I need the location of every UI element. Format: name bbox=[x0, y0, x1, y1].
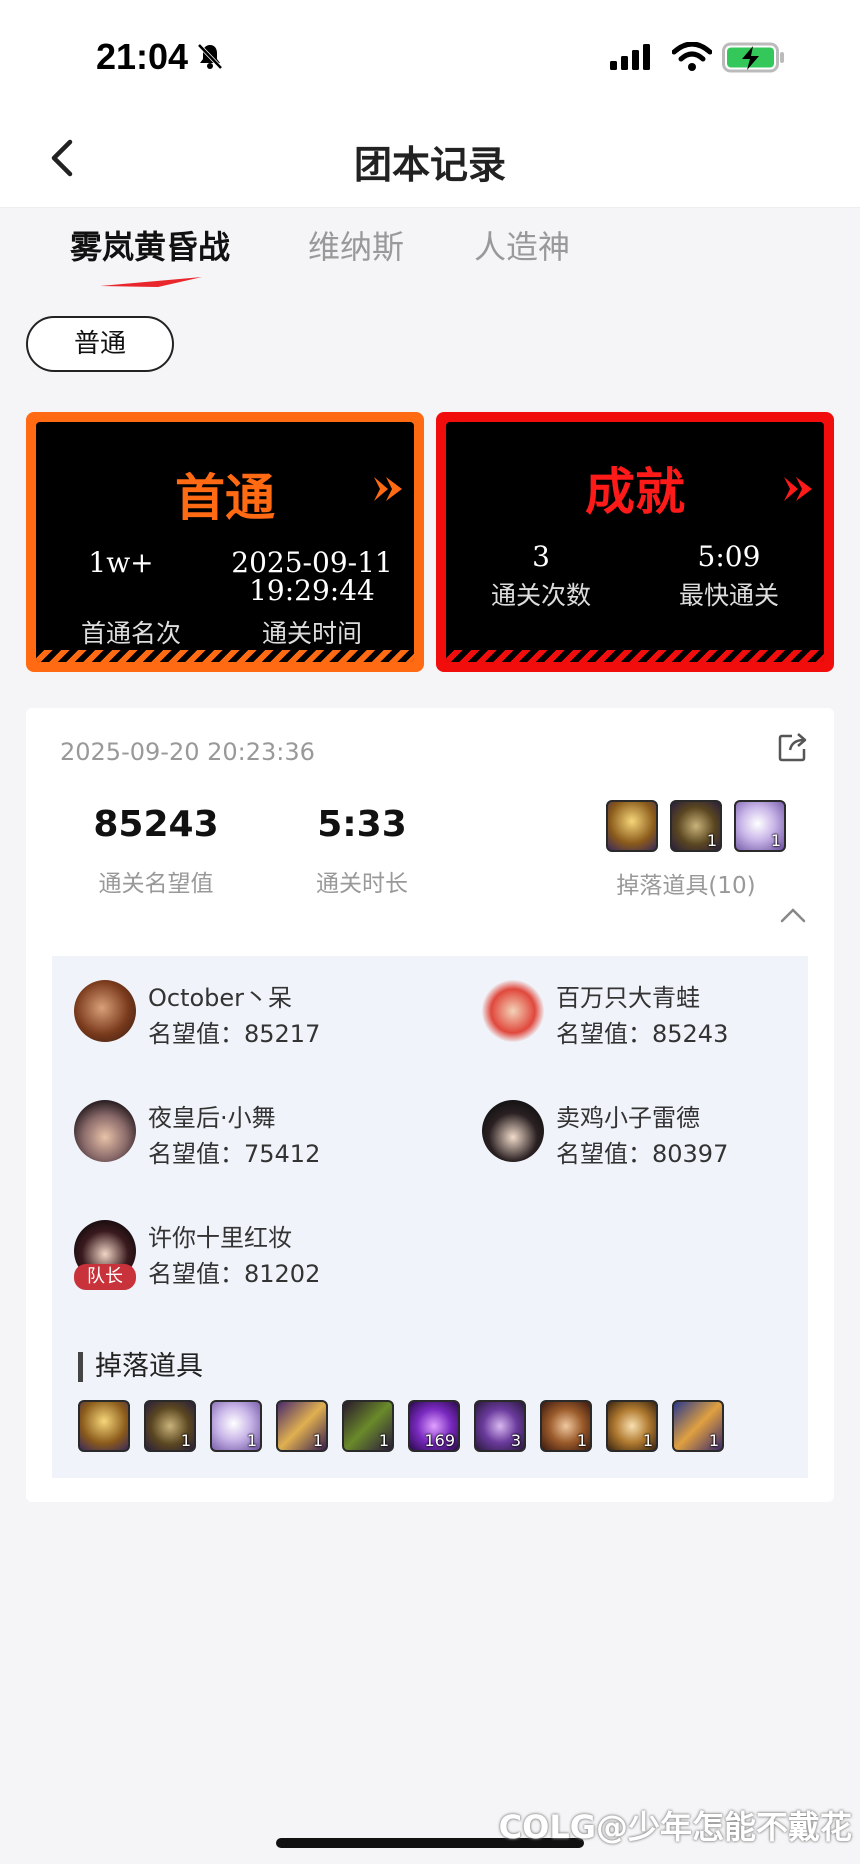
leader-badge: 队长 bbox=[74, 1264, 136, 1290]
fame-value: 85243 bbox=[93, 804, 219, 845]
first-clear-title: 首通 bbox=[175, 469, 275, 527]
scroll-item-icon[interactable]: 1 bbox=[276, 1400, 328, 1452]
signal-icon bbox=[610, 44, 650, 70]
drops-section-title: 掉落道具 bbox=[78, 1352, 203, 1382]
first-clear-time: 19:29:44 bbox=[249, 574, 375, 607]
battery-charging-icon bbox=[722, 42, 784, 73]
clear-record-card: 2025-09-20 20:23:36 85243 通关名望值 5:33 通关时… bbox=[26, 708, 834, 1502]
fame-label: 通关名望值 bbox=[98, 871, 214, 897]
first-clear-time-label: 通关时间 bbox=[261, 619, 362, 648]
duration-value: 5:33 bbox=[317, 804, 407, 845]
masked-warrior-avatar bbox=[74, 980, 136, 1042]
purple-orb-item-icon[interactable]: 3 bbox=[474, 1400, 526, 1452]
watermark: COLG@少年怎能不戴花 bbox=[498, 1808, 852, 1846]
party-panel: October丶呆 名望值：85217 百万只大青蛙 名望值：85243 夜皇后… bbox=[52, 956, 808, 1478]
party-member[interactable]: 队长 许你十里红妆 名望值：81202 bbox=[74, 1220, 434, 1292]
first-clear-rank-value: 1w+ bbox=[88, 546, 154, 579]
first-clear-card[interactable]: 首通 1w+ 2025-09-11 19:29:44 首通名次 通关时间 bbox=[26, 412, 424, 672]
drops-label: 掉落道具(10) bbox=[616, 873, 756, 899]
blue-gold-weapon-item-icon[interactable]: 1 bbox=[672, 1400, 724, 1452]
party-member[interactable]: 百万只大青蛙 名望值：85243 bbox=[482, 980, 842, 1052]
gold-orb-item-icon[interactable]: 1 bbox=[606, 1400, 658, 1452]
arrow-right-icon bbox=[784, 477, 812, 501]
tab-raid-1[interactable]: 雾岚黄昏战 bbox=[70, 222, 230, 268]
active-tab-indicator bbox=[100, 277, 202, 287]
hazard-stripe bbox=[36, 650, 414, 662]
chest-item-icon[interactable]: 1 bbox=[144, 1400, 196, 1452]
gold-armor-item-icon bbox=[606, 800, 658, 852]
chevron-up-icon[interactable] bbox=[780, 906, 806, 924]
party-member[interactable]: 夜皇后·小舞 名望值：75412 bbox=[74, 1100, 434, 1172]
clear-count-value: 3 bbox=[532, 540, 550, 573]
drops-grid: 1 1 1 1 169 3 1 1 1 bbox=[78, 1400, 798, 1456]
share-icon[interactable] bbox=[778, 732, 808, 762]
navigation-bar: 团本记录 bbox=[0, 110, 860, 208]
duration-label: 通关时长 bbox=[316, 871, 408, 897]
wifi-icon bbox=[672, 42, 712, 71]
party-member[interactable]: 卖鸡小子雷德 名望值：80397 bbox=[482, 1100, 842, 1172]
status-time: 21:04 bbox=[96, 36, 189, 77]
white-swirl-item-icon: 1 bbox=[734, 800, 786, 852]
raid-tabs: 雾岚黄昏战 维纳斯 人造神 bbox=[0, 208, 860, 298]
tab-raid-2[interactable]: 维纳斯 bbox=[308, 222, 404, 268]
white-swirl-item-icon[interactable]: 1 bbox=[210, 1400, 262, 1452]
achievement-title: 成就 bbox=[585, 463, 685, 521]
green-blade-item-icon[interactable]: 1 bbox=[342, 1400, 394, 1452]
red-hair-avatar bbox=[482, 980, 544, 1042]
page-title: 团本记录 bbox=[353, 143, 506, 187]
gold-armor-item-icon[interactable] bbox=[78, 1400, 130, 1452]
fastest-clear-label: 最快通关 bbox=[678, 581, 779, 610]
status-bar: 21:04 bbox=[0, 0, 860, 110]
tab-raid-3[interactable]: 人造神 bbox=[474, 222, 570, 268]
purple-crystal-item-icon[interactable]: 169 bbox=[408, 1400, 460, 1452]
silver-hair-avatar bbox=[74, 1100, 136, 1162]
fastest-clear-value: 5:09 bbox=[697, 540, 761, 573]
difficulty-chip[interactable]: 普通 bbox=[26, 316, 174, 372]
drop-preview[interactable]: 1 1 bbox=[606, 800, 786, 856]
achievement-card[interactable]: 成就 3 5:09 通关次数 最快通关 bbox=[436, 412, 834, 672]
bronze-orb-item-icon[interactable]: 1 bbox=[540, 1400, 592, 1452]
first-clear-rank-label: 首通名次 bbox=[80, 619, 181, 648]
chest-item-icon: 1 bbox=[670, 800, 722, 852]
party-member[interactable]: October丶呆 名望值：85217 bbox=[74, 980, 434, 1052]
arrow-right-icon bbox=[374, 477, 402, 501]
clear-count-label: 通关次数 bbox=[490, 581, 591, 610]
dark-hair-avatar bbox=[482, 1100, 544, 1162]
record-datetime: 2025-09-20 20:23:36 bbox=[60, 738, 315, 766]
hazard-stripe bbox=[446, 650, 824, 662]
bell-muted-icon bbox=[197, 43, 223, 70]
